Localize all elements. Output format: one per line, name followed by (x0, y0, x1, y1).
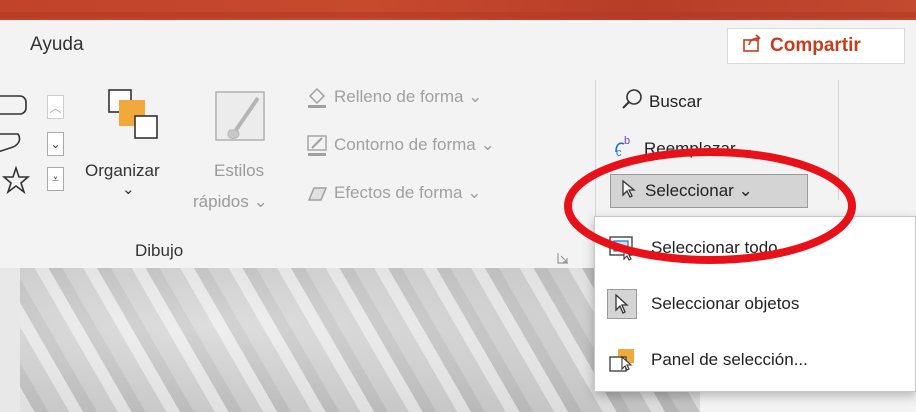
share-button[interactable]: Compartir (727, 28, 905, 64)
menu-item-select-all[interactable]: Seleccionar todo (607, 229, 907, 267)
ribbon-tabs-row: Ayuda Compartir (0, 20, 916, 70)
quick-styles-line1: Estilos (214, 161, 265, 180)
pencil-icon (306, 134, 328, 156)
quick-styles-line2: rápidos ⌄ (193, 192, 268, 211)
share-icon (742, 33, 762, 59)
menu-item-selection-pane[interactable]: Panel de selección... (607, 341, 907, 379)
gallery-scroll-down[interactable]: ⌄ (47, 132, 64, 156)
menu-item-label: Panel de selección... (651, 350, 808, 369)
find-label: Buscar (649, 91, 702, 111)
select-all-icon (607, 233, 637, 263)
gallery-more[interactable]: ⩡ (47, 167, 64, 191)
replace-button[interactable]: b c Reemplazar ⌄ (612, 134, 755, 163)
replace-icon: b c (612, 134, 638, 163)
shape-fill-button: Relleno de forma ⌄ (306, 86, 482, 108)
dialog-launcher-icon[interactable] (557, 251, 569, 264)
share-label: Compartir (770, 35, 861, 56)
arrow-cursor-icon (621, 179, 637, 204)
select-label: Seleccionar ⌄ (645, 181, 753, 200)
menu-item-select-objects[interactable]: Seleccionar objetos (607, 285, 907, 323)
svg-text:b: b (624, 135, 630, 147)
slide-panel-edge (0, 268, 20, 412)
arrange-icon[interactable] (107, 88, 161, 147)
shape-effects-icon (306, 182, 328, 204)
find-button[interactable]: Buscar (621, 88, 702, 115)
menu-item-label: Seleccionar objetos (651, 294, 800, 313)
shape-effects-button: Efectos de forma ⌄ (306, 182, 481, 204)
drawing-group-label: Dibujo (135, 241, 184, 260)
shape-outline-button: Contorno de forma ⌄ (306, 134, 495, 156)
group-separator (838, 80, 839, 200)
curve-shape-icon[interactable] (0, 130, 30, 161)
selection-pane-icon (607, 345, 637, 375)
arrange-label[interactable]: Organizar (85, 161, 160, 181)
tab-help[interactable]: Ayuda (30, 34, 84, 56)
magnifier-icon (621, 88, 643, 115)
svg-text:c: c (616, 147, 622, 158)
star-shape-icon[interactable] (1, 165, 31, 199)
replace-label: Reemplazar ⌄ (644, 138, 755, 158)
arrange-chevron[interactable]: ⌄ (122, 180, 135, 198)
rounded-rect-shape-icon[interactable] (0, 94, 30, 123)
select-button[interactable]: Seleccionar ⌄ (610, 174, 808, 208)
shape-outline-label: Contorno de forma ⌄ (334, 135, 495, 154)
shape-fill-label: Relleno de forma ⌄ (334, 87, 483, 106)
quick-styles-icon (214, 90, 272, 153)
title-bar (0, 0, 916, 20)
select-dropdown-menu: Seleccionar todo Seleccionar objetos Pan… (594, 216, 916, 392)
paint-bucket-icon (306, 86, 328, 108)
menu-item-label: Seleccionar todo (651, 238, 778, 257)
select-objects-icon (607, 289, 637, 319)
shape-effects-label: Efectos de forma ⌄ (334, 183, 482, 202)
gallery-scroll-up[interactable]: ︿ (47, 95, 64, 119)
